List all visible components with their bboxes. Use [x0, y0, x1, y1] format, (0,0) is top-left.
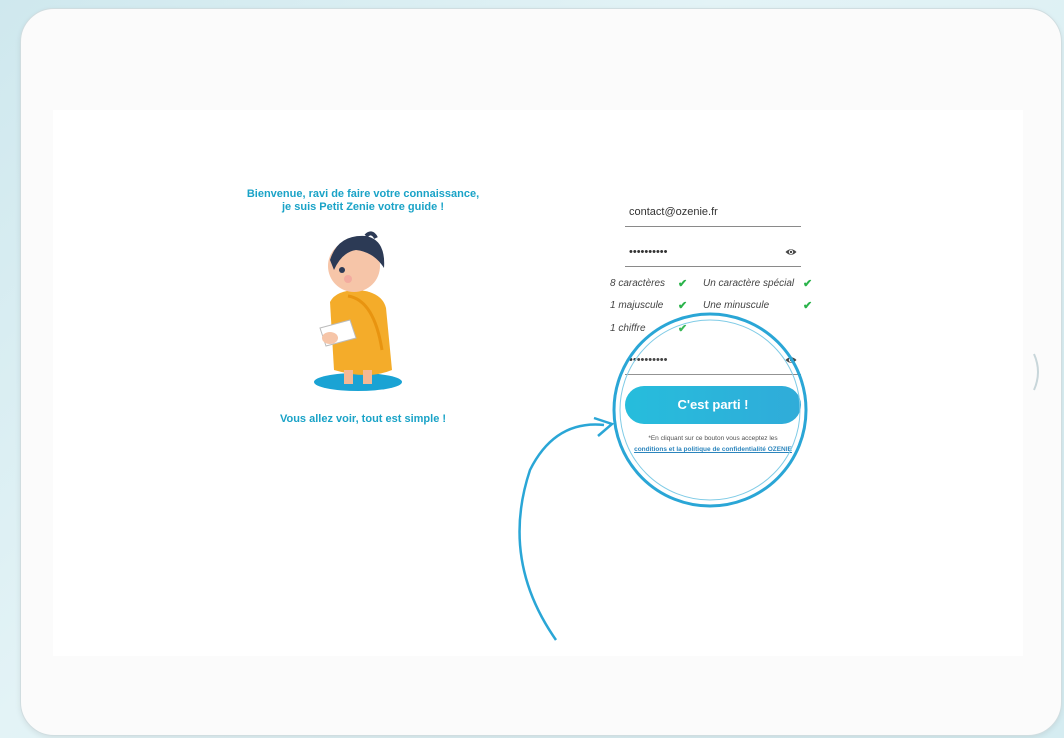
legal-notice: *En cliquant sur ce bouton vous acceptez…	[621, 433, 805, 455]
eye-icon[interactable]	[785, 354, 797, 366]
submit-button[interactable]: C'est parti !	[625, 386, 801, 424]
email-field[interactable]: contact@ozenie.fr	[625, 198, 801, 227]
welcome-line-2: je suis Petit Zenie votre guide !	[282, 201, 444, 213]
rule-special: Un caractère spécial	[703, 278, 795, 289]
check-icon: ✔	[678, 278, 688, 290]
legal-link[interactable]: conditions et la politique de confidenti…	[634, 446, 792, 453]
password-field[interactable]: ••••••••••	[625, 238, 801, 267]
legal-text: *En cliquant sur ce bouton vous acceptez…	[648, 435, 778, 442]
eye-icon[interactable]	[785, 246, 797, 258]
email-value: contact@ozenie.fr	[629, 206, 718, 218]
rule-digit: 1 chiffre	[610, 323, 646, 334]
character-illustration	[314, 231, 402, 391]
welcome-line-1: Bienvenue, ravi de faire votre connaissa…	[246, 188, 480, 200]
rule-lowercase: Une minuscule	[703, 300, 770, 311]
check-icon: ✔	[803, 300, 813, 312]
tablet-side-button	[1033, 353, 1039, 391]
rule-length: 8 caractères	[610, 278, 666, 289]
password-value: ••••••••••	[629, 246, 668, 258]
check-icon: ✔	[678, 300, 688, 312]
app-screen: Bienvenue, ravi de faire votre connaissa…	[53, 110, 1023, 656]
check-icon: ✔	[678, 323, 688, 335]
confirm-password-field[interactable]: ••••••••••	[625, 346, 801, 375]
tagline: Vous allez voir, tout est simple !	[279, 413, 447, 425]
confirm-password-value: ••••••••••	[629, 354, 668, 366]
rule-uppercase: 1 majuscule	[610, 300, 664, 311]
welcome-message: Bienvenue, ravi de faire votre connaissa…	[243, 188, 483, 214]
check-icon: ✔	[803, 278, 813, 290]
